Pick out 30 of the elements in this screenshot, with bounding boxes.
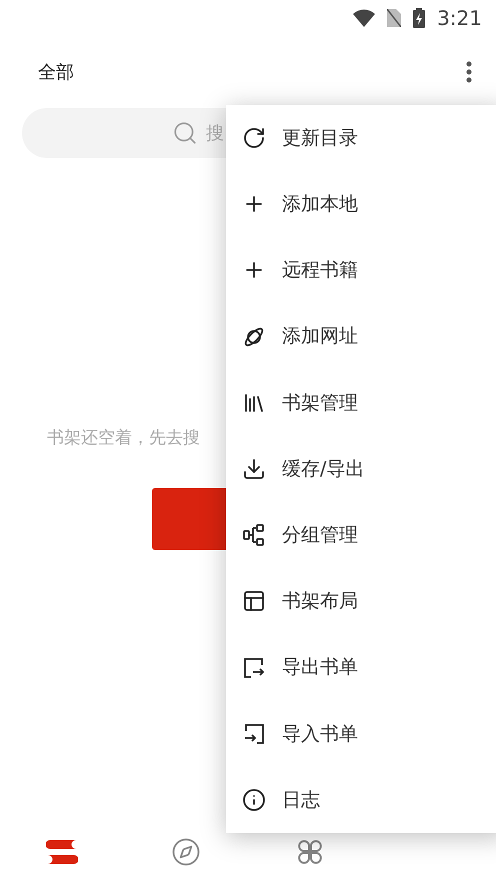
- menu-item[interactable]: 书架布局: [226, 568, 496, 634]
- export-icon: [242, 656, 266, 680]
- refresh-icon: [242, 126, 266, 150]
- status-time: 3:21: [437, 5, 482, 32]
- menu-item[interactable]: 导入书单: [226, 700, 496, 767]
- import-icon: [242, 722, 266, 746]
- download-icon: [242, 457, 266, 482]
- wifi-icon: [353, 9, 376, 27]
- search-icon: [172, 120, 198, 146]
- bookshelf-icon: [46, 838, 78, 866]
- menu-item[interactable]: 书架管理: [226, 370, 496, 436]
- menu-item[interactable]: 缓存/导出: [226, 436, 496, 502]
- layout-icon: [242, 589, 266, 614]
- menu-item[interactable]: 更新目录: [226, 105, 496, 172]
- menu-item[interactable]: 远程书籍: [226, 237, 496, 304]
- menu-item[interactable]: 分组管理: [226, 502, 496, 568]
- battery-icon: [413, 8, 426, 28]
- info-icon: [242, 788, 266, 812]
- group-icon: [242, 523, 266, 548]
- no-sim-icon: [387, 9, 402, 27]
- menu-item[interactable]: 添加网址: [226, 304, 496, 370]
- empty-message: 书架还空着，先去搜: [47, 428, 200, 448]
- more-icon[interactable]: [466, 61, 472, 83]
- menu-item[interactable]: 导出书单: [226, 634, 496, 701]
- search-placeholder: 搜: [206, 122, 224, 146]
- clover-icon: [295, 837, 325, 867]
- menu-item[interactable]: 添加本地: [226, 171, 496, 238]
- page-title: 全部: [38, 60, 74, 84]
- compass-icon: [171, 837, 201, 867]
- menu-item[interactable]: 日志: [226, 766, 496, 834]
